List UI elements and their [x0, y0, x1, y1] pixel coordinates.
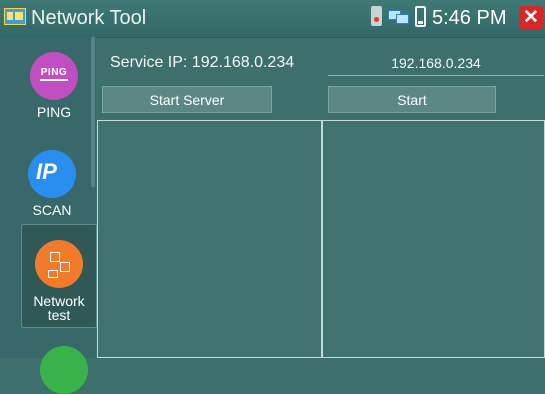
clock: 5:46 PM: [432, 7, 507, 29]
server-panel: Service IP: 192.168.0.234 Start Server: [97, 37, 322, 358]
battery-icon: [415, 6, 426, 27]
sidebar-item-network-test[interactable]: Network test: [21, 224, 97, 328]
sidebar: PING PING IP SCAN Network test: [0, 37, 97, 394]
sidebar-item-label: Network test: [33, 293, 85, 323]
sidebar-item-label: SCAN: [32, 202, 72, 218]
client-output-area[interactable]: [322, 120, 545, 358]
start-server-button[interactable]: Start Server: [102, 86, 272, 113]
target-ip-input[interactable]: 192.168.0.234: [328, 53, 544, 73]
title-bar: Network Tool 5:46 PM ✕: [0, 0, 545, 38]
app-title: Network Tool: [31, 7, 147, 29]
app-icon: [4, 8, 26, 25]
start-button[interactable]: Start: [328, 86, 496, 113]
network-status-icon: [388, 8, 409, 25]
ping-icon: PING: [30, 52, 78, 100]
close-button[interactable]: ✕: [519, 6, 543, 29]
ip-scan-icon: IP: [28, 150, 76, 198]
sidebar-item-scan[interactable]: IP SCAN: [13, 150, 91, 218]
network-test-icon: [35, 240, 83, 288]
sd-card-icon: [371, 6, 382, 26]
input-underline: [328, 75, 544, 76]
server-output-area[interactable]: [97, 120, 322, 358]
sidebar-item-ping[interactable]: PING PING: [16, 52, 92, 120]
service-ip-label: Service IP: 192.168.0.234: [110, 54, 295, 71]
green-tool-icon[interactable]: [40, 346, 88, 394]
sidebar-item-label: PING: [36, 104, 72, 120]
client-panel: 192.168.0.234 Start: [322, 37, 545, 358]
